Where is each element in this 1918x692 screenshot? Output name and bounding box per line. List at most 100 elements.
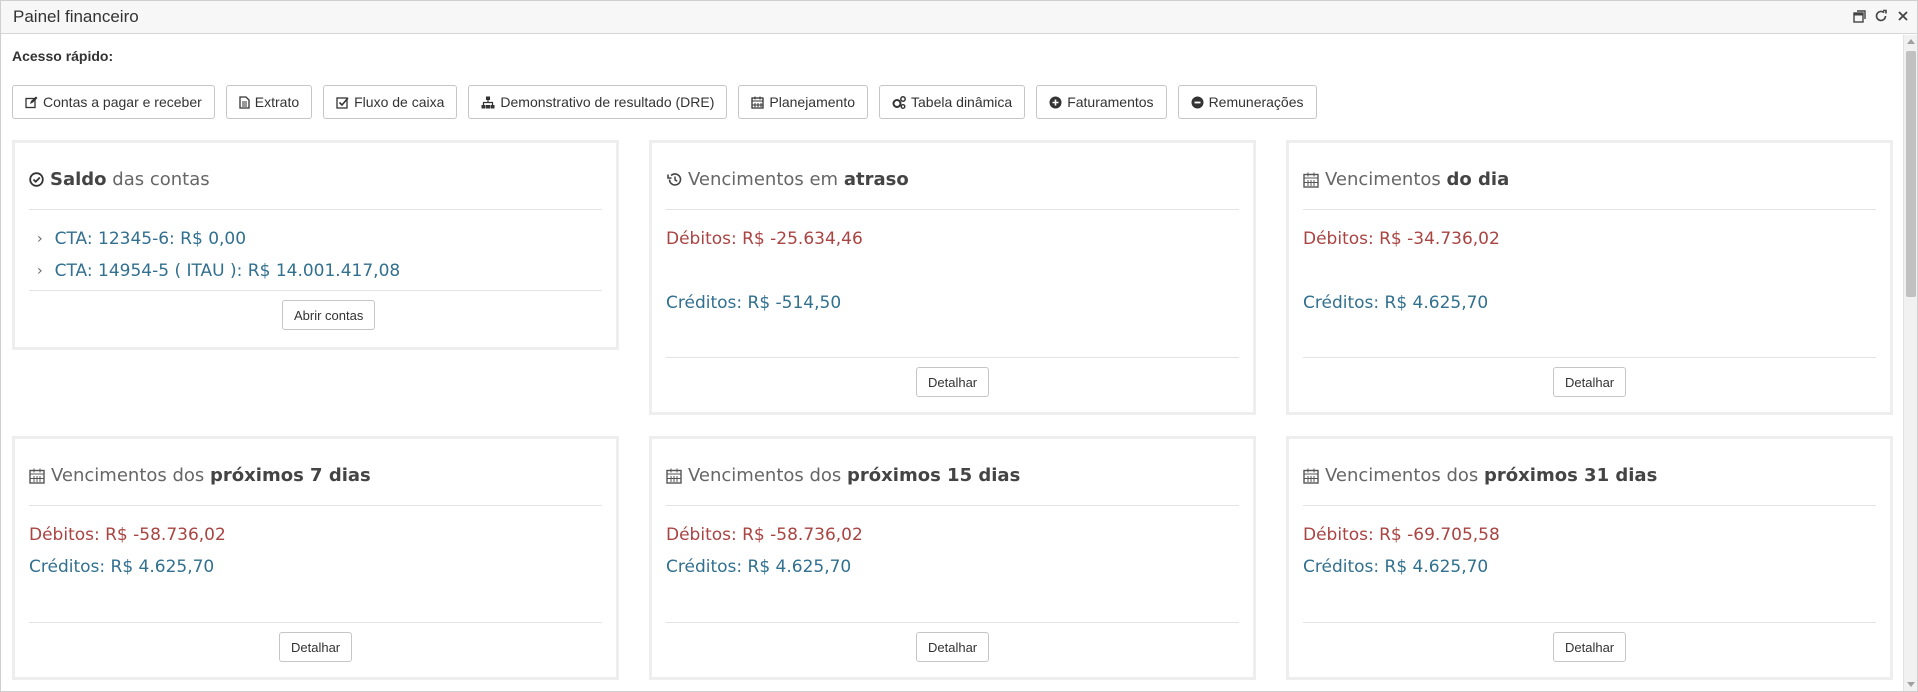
account-item[interactable]: › CTA: 12345-6: R$ 0,00 — [37, 229, 246, 249]
statement-button[interactable]: Extrato — [225, 85, 313, 119]
billing-label: Faturamentos — [1067, 94, 1154, 110]
scroll-up-arrow-icon[interactable] — [1907, 39, 1915, 44]
next-31-days-title-plain: Vencimentos dos — [1325, 465, 1479, 486]
divider — [1303, 622, 1876, 623]
calendar-icon — [666, 468, 682, 484]
due-today-title: Vencimentos do dia — [1303, 169, 1509, 190]
chevron-right-icon: › — [37, 231, 43, 247]
account-balance-title-rest: das contas — [112, 169, 210, 190]
divider — [1303, 505, 1876, 506]
overdue-detail-button[interactable]: Detalhar — [916, 367, 990, 397]
file-icon — [239, 95, 250, 109]
payables-receivables-button[interactable]: Contas a pagar e receber — [12, 85, 215, 119]
quick-access-label: Acesso rápido: — [12, 48, 114, 64]
overdue-title: Vencimentos em atraso — [666, 169, 909, 190]
income-statement-label: Demonstrativo de resultado (DRE) — [500, 94, 715, 110]
payables-receivables-label: Contas a pagar e receber — [43, 94, 202, 110]
check-square-icon — [336, 96, 349, 109]
next-15-days-debits: Débitos: R$ -58.736,02 — [666, 525, 863, 545]
cash-flow-label: Fluxo de caixa — [354, 94, 445, 110]
cogs-icon — [892, 95, 906, 109]
overdue-title-plain: Vencimentos em — [688, 169, 839, 190]
next-15-days-panel: Vencimentos dos próximos 15 dias Débitos… — [649, 436, 1256, 680]
check-circle-icon — [29, 172, 44, 187]
financial-dashboard-window: Painel financeiro Acesso rápido: Contas … — [0, 0, 1918, 692]
account-balance-title-bold: Saldo — [50, 169, 107, 190]
due-today-title-plain: Vencimentos — [1325, 169, 1441, 190]
divider — [29, 622, 602, 623]
next-15-days-title: Vencimentos dos próximos 15 dias — [666, 465, 1020, 486]
divider — [666, 505, 1239, 506]
window-title: Painel financeiro — [13, 7, 139, 26]
next-15-days-detail-button[interactable]: Detalhar — [916, 632, 990, 662]
scroll-down-arrow-icon[interactable] — [1907, 682, 1915, 687]
minus-circle-icon — [1191, 96, 1204, 108]
statement-label: Extrato — [254, 94, 300, 110]
dashboard-content: Acesso rápido: Contas a pagar e receber … — [1, 35, 1903, 691]
overdue-title-bold: atraso — [843, 169, 909, 190]
sitemap-icon — [481, 96, 495, 108]
calendar-icon — [1303, 468, 1319, 484]
account-item-label: CTA: 14954-5 ( ITAU ): R$ 14.001.417,08 — [54, 261, 401, 281]
divider — [666, 622, 1239, 623]
next-31-days-panel: Vencimentos dos próximos 31 dias Débitos… — [1286, 436, 1893, 680]
divider — [666, 357, 1239, 358]
next-7-days-title-plain: Vencimentos dos — [51, 465, 205, 486]
next-31-days-title-bold: próximos 31 dias — [1484, 465, 1658, 486]
divider — [666, 209, 1239, 210]
account-balance-title: Saldo das contas — [29, 169, 210, 190]
next-7-days-title-bold: próximos 7 dias — [210, 465, 371, 486]
pivot-table-label: Tabela dinâmica — [911, 94, 1013, 110]
next-7-days-credits: Créditos: R$ 4.625,70 — [29, 557, 215, 577]
next-31-days-title: Vencimentos dos próximos 31 dias — [1303, 465, 1657, 486]
refresh-icon[interactable] — [1873, 8, 1889, 24]
due-today-panel: Vencimentos do dia Débitos: R$ -34.736,0… — [1286, 140, 1893, 415]
window-controls — [1851, 8, 1911, 24]
payroll-button[interactable]: Remunerações — [1177, 85, 1317, 119]
next-7-days-panel: Vencimentos dos próximos 7 dias Débitos:… — [12, 436, 619, 680]
account-balance-panel: Saldo das contas › CTA: 12345-6: R$ 0,00… — [12, 140, 619, 350]
due-today-detail-button[interactable]: Detalhar — [1553, 367, 1627, 397]
calendar-icon — [751, 96, 765, 109]
divider — [1303, 209, 1876, 210]
due-today-title-bold: do dia — [1446, 169, 1510, 190]
divider — [29, 209, 602, 210]
overdue-panel: Vencimentos em atraso Débitos: R$ -25.63… — [649, 140, 1256, 415]
cash-flow-button[interactable]: Fluxo de caixa — [323, 85, 458, 119]
divider — [29, 290, 602, 291]
overdue-credits: Créditos: R$ -514,50 — [666, 293, 842, 313]
next-31-days-debits: Débitos: R$ -69.705,58 — [1303, 525, 1500, 545]
income-statement-button[interactable]: Demonstrativo de resultado (DRE) — [468, 85, 728, 119]
next-7-days-title: Vencimentos dos próximos 7 dias — [29, 465, 371, 486]
calendar-icon — [29, 468, 45, 484]
window-titlebar: Painel financeiro — [1, 1, 1917, 34]
next-7-days-debits: Débitos: R$ -58.736,02 — [29, 525, 226, 545]
divider — [1303, 357, 1876, 358]
calendar-icon — [1303, 172, 1319, 188]
open-accounts-button[interactable]: Abrir contas — [282, 300, 376, 330]
scrollbar-thumb[interactable] — [1906, 51, 1916, 297]
restore-window-icon[interactable] — [1851, 8, 1867, 24]
quick-access-toolbar: Contas a pagar e receber Extrato Fluxo d… — [12, 85, 1317, 119]
edit-icon — [25, 96, 38, 108]
next-31-days-detail-button[interactable]: Detalhar — [1553, 632, 1627, 662]
next-7-days-detail-button[interactable]: Detalhar — [279, 632, 353, 662]
billing-button[interactable]: Faturamentos — [1036, 85, 1167, 119]
vertical-scrollbar[interactable] — [1903, 35, 1917, 691]
account-item-label: CTA: 12345-6: R$ 0,00 — [54, 229, 247, 249]
due-today-credits: Créditos: R$ 4.625,70 — [1303, 293, 1489, 313]
next-31-days-credits: Créditos: R$ 4.625,70 — [1303, 557, 1489, 577]
close-icon[interactable] — [1895, 8, 1911, 24]
overdue-debits: Débitos: R$ -25.634,46 — [666, 229, 863, 249]
planning-label: Planejamento — [769, 94, 856, 110]
history-icon — [667, 173, 682, 186]
pivot-table-button[interactable]: Tabela dinâmica — [879, 85, 1026, 119]
account-item[interactable]: › CTA: 14954-5 ( ITAU ): R$ 14.001.417,0… — [37, 261, 400, 281]
plus-circle-icon — [1049, 96, 1062, 108]
payroll-label: Remunerações — [1208, 94, 1304, 110]
next-15-days-title-plain: Vencimentos dos — [688, 465, 842, 486]
divider — [29, 505, 602, 506]
chevron-right-icon: › — [37, 263, 43, 279]
planning-button[interactable]: Planejamento — [738, 85, 869, 119]
next-15-days-credits: Créditos: R$ 4.625,70 — [666, 557, 852, 577]
